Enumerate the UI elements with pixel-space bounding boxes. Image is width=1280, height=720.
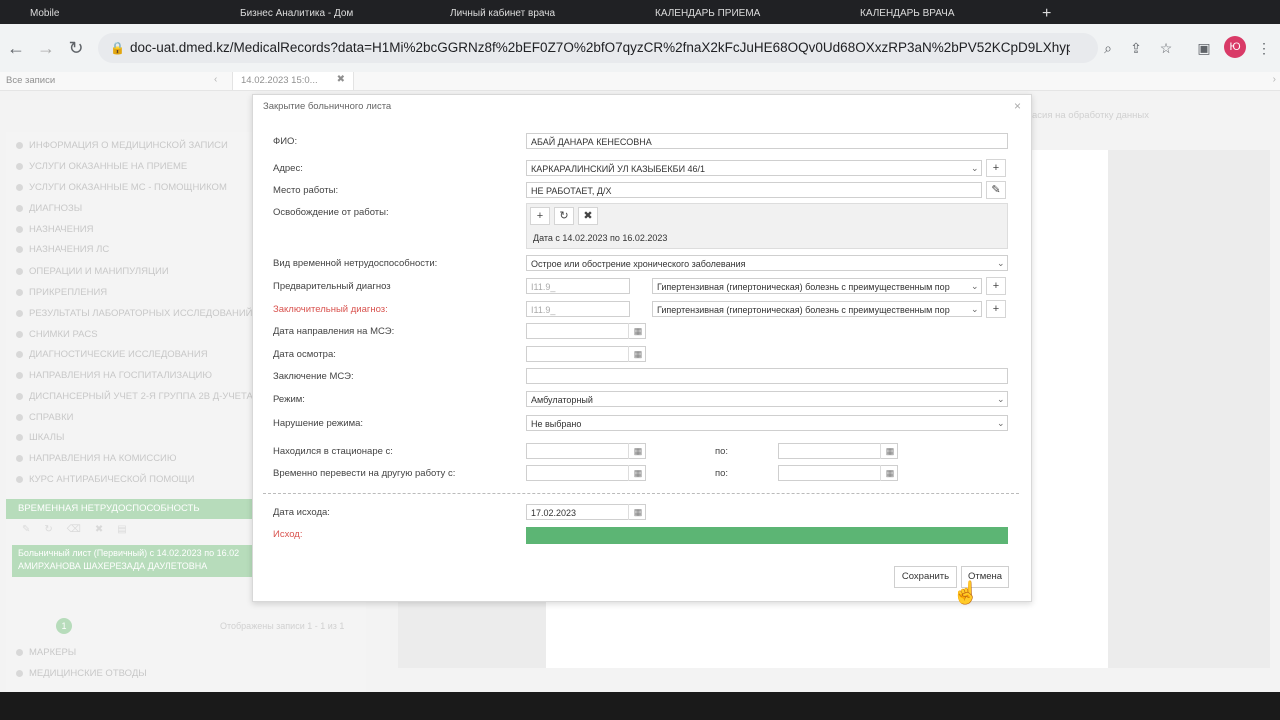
prelim-name-select[interactable]: Гипертензивная (гипертоническая) болезнь…: [652, 278, 982, 294]
browser-tab-strip: Mobile Бизнес Аналитика - Дом Личный каб…: [0, 0, 1280, 24]
browser-tab[interactable]: Mobile: [30, 4, 190, 24]
calendar-icon[interactable]: ▦: [628, 443, 647, 459]
calendar-icon[interactable]: ▦: [628, 323, 647, 339]
chevron-down-icon[interactable]: ⌄: [997, 394, 1005, 405]
forward-icon[interactable]: →: [34, 36, 58, 60]
sidepanel-icon[interactable]: ▣: [1192, 36, 1216, 60]
transfer-to-label: по:: [715, 468, 729, 479]
remove-icon[interactable]: ✖: [578, 207, 598, 225]
calendar-icon[interactable]: ▦: [880, 465, 899, 481]
type-select[interactable]: Острое или обострение хронического забол…: [526, 255, 1008, 271]
prelim-code-field[interactable]: I11.9_: [526, 278, 630, 294]
browser-toolbar: ← → ↻ 🔒 doc-uat.dmed.kz/MedicalRecords?d…: [0, 24, 1280, 73]
outcome-label: Исход:: [273, 529, 303, 540]
browser-tab[interactable]: КАЛЕНДАРЬ ПРИЕМА: [655, 4, 805, 24]
address-label: Адрес:: [273, 163, 303, 174]
chevron-down-icon[interactable]: ⌄: [971, 281, 979, 292]
regime-violation-select[interactable]: Не выбрано: [526, 415, 1008, 431]
address-bar[interactable]: 🔒 doc-uat.dmed.kz/MedicalRecords?data=H1…: [98, 33, 1098, 63]
add-icon[interactable]: +: [986, 300, 1006, 318]
refresh-icon[interactable]: ↻: [554, 207, 574, 225]
address-select[interactable]: КАРКАРАЛИНСКИЙ УЛ КАЗЫБЕКБИ 46/1: [526, 160, 982, 176]
final-code-field[interactable]: I11.9_: [526, 301, 630, 317]
menu-icon[interactable]: ⋮: [1252, 36, 1276, 60]
regime-violation-label: Нарушение режима:: [273, 418, 364, 429]
type-label: Вид временной нетрудоспособности:: [273, 258, 438, 269]
taskbar: [0, 692, 1280, 720]
final-label: Заключительный диагноз:: [273, 304, 388, 315]
reload-icon[interactable]: ↻: [64, 36, 88, 60]
close-sick-leave-dialog: Закрытие больничного листа × ФИО: АБАЙ Д…: [252, 94, 1032, 602]
zoom-icon[interactable]: ⌕: [1096, 36, 1120, 60]
dialog-title: Закрытие больничного листа: [263, 101, 392, 112]
transfer-from-label: Временно перевести на другую работу с:: [273, 468, 456, 479]
release-box: + ↻ ✖ Дата с 14.02.2023 по 16.02.2023: [526, 203, 1008, 249]
lock-icon: 🔒: [110, 41, 125, 55]
browser-tab[interactable]: Бизнес Аналитика - Дом: [240, 4, 400, 24]
calendar-icon[interactable]: ▦: [628, 465, 647, 481]
exam-date-label: Дата осмотра:: [273, 349, 336, 360]
mse-conclusion-field[interactable]: [526, 368, 1008, 384]
save-button[interactable]: Сохранить: [894, 566, 957, 588]
fio-label: ФИО:: [273, 136, 298, 147]
add-icon[interactable]: +: [986, 159, 1006, 177]
outcome-date-label: Дата исхода:: [273, 507, 330, 518]
browser-tab[interactable]: Личный кабинет врача: [450, 4, 610, 24]
share-icon[interactable]: ⇪: [1124, 36, 1148, 60]
fio-field[interactable]: АБАЙ ДАНАРА КЕНЕСОВНА: [526, 133, 1008, 149]
add-icon[interactable]: +: [986, 277, 1006, 295]
regime-select[interactable]: Амбулаторный: [526, 391, 1008, 407]
add-icon[interactable]: +: [530, 207, 550, 225]
chevron-down-icon[interactable]: ⌄: [971, 304, 979, 315]
calendar-icon[interactable]: ▦: [880, 443, 899, 459]
prelim-label: Предварительный диагноз: [273, 281, 391, 292]
new-tab-icon[interactable]: +: [1042, 4, 1062, 24]
hand-cursor-icon: ☝: [952, 580, 980, 605]
regime-label: Режим:: [273, 394, 305, 405]
outcome-select[interactable]: [526, 527, 1008, 544]
chevron-down-icon[interactable]: ⌄: [971, 163, 979, 174]
workplace-field[interactable]: НЕ РАБОТАЕТ, Д/Х: [526, 182, 982, 198]
mse-date-label: Дата направления на МСЭ:: [273, 326, 395, 337]
close-icon[interactable]: ×: [1014, 99, 1021, 113]
chevron-down-icon[interactable]: ⌄: [997, 258, 1005, 269]
final-name-select[interactable]: Гипертензивная (гипертоническая) болезнь…: [652, 301, 982, 317]
section-divider: [263, 493, 1019, 494]
workplace-label: Место работы:: [273, 185, 339, 196]
calendar-icon[interactable]: ▦: [628, 346, 647, 362]
release-period[interactable]: Дата с 14.02.2023 по 16.02.2023: [533, 233, 667, 243]
mse-conclusion-label: Заключение МСЭ:: [273, 371, 354, 382]
release-label: Освобождение от работы:: [273, 207, 389, 218]
browser-tab[interactable]: КАЛЕНДАРЬ ВРАЧА: [860, 4, 1010, 24]
calendar-icon[interactable]: ▦: [628, 504, 647, 520]
chevron-down-icon[interactable]: ⌄: [997, 418, 1005, 429]
edit-icon[interactable]: ✎: [986, 181, 1006, 199]
star-icon[interactable]: ☆: [1154, 36, 1178, 60]
url-text: doc-uat.dmed.kz/MedicalRecords?data=H1Mi…: [130, 40, 1070, 55]
hospital-to-label: по:: [715, 446, 729, 457]
profile-avatar[interactable]: Ю: [1224, 36, 1246, 58]
back-icon[interactable]: ←: [4, 36, 28, 60]
hospital-from-label: Находился в стационаре с:: [273, 446, 393, 457]
